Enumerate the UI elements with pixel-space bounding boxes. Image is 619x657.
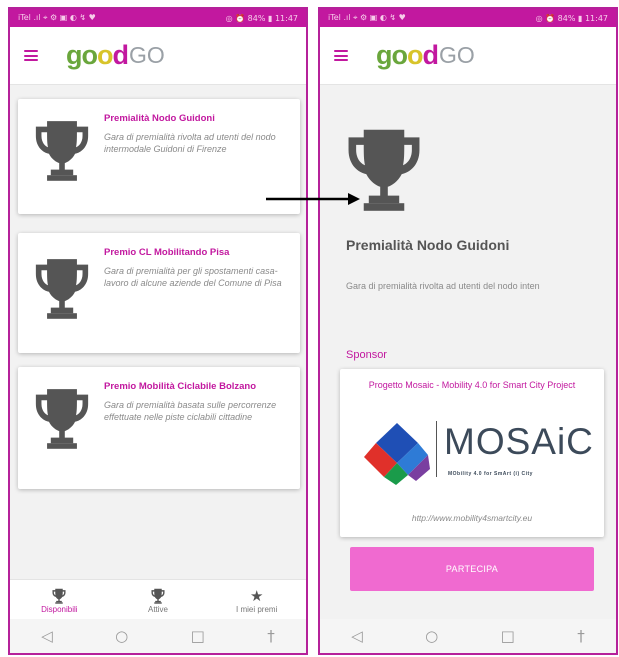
sponsor-heading: Sponsor [346, 349, 387, 361]
app-bar: g o o d GO [10, 27, 306, 85]
award-description: Gara di premialità rivolta ad utenti del… [104, 132, 276, 154]
trophy-icon [34, 119, 90, 181]
app-bar: g o o d GO [320, 27, 616, 85]
system-navigation-bar: ◁ ○ □ † [320, 619, 616, 653]
recents-icon[interactable]: □ [191, 627, 205, 645]
award-card[interactable]: Premio Mobilità Ciclabile Bolzano Gara d… [18, 367, 300, 489]
award-description: Gara di premialità basata sulle percorre… [104, 400, 277, 422]
menu-icon[interactable] [334, 50, 348, 61]
back-icon[interactable]: ◁ [351, 627, 363, 645]
system-navigation-bar: ◁ ○ □ † [10, 619, 306, 653]
award-detail-title: Premialità Nodo Guidoni [346, 237, 510, 253]
bottom-navigation: Disponibili Attive ★ I miei premi [10, 579, 306, 621]
recents-icon[interactable]: □ [501, 627, 515, 645]
phone-screen-list: iTel .ıl ⌖ ⚙ ▣ ◐ ↯ ♥ ◎ ⏰ 84% ▮ 11:47 goo… [8, 7, 308, 655]
nav-label: I miei premi [236, 605, 278, 614]
sponsor-card[interactable]: Progetto Mosaic - Mobility 4.0 for Smart… [340, 369, 604, 537]
accessibility-icon[interactable]: † [267, 627, 275, 645]
award-description: Gara di premialità per gli spostamenti c… [104, 266, 282, 288]
status-bar: iTel .ıl ⌖ ⚙ ▣ ◐ ↯ ♥ ◎ ⏰ 84% ▮ 11:47 [10, 9, 306, 27]
nav-label: Attive [148, 605, 169, 614]
trophy-icon [34, 257, 90, 319]
status-left: iTel .ıl ⌖ ⚙ ▣ ◐ ↯ ♥ [18, 13, 96, 22]
mosaic-logo-icon [364, 423, 430, 485]
status-right: ◎ ⏰ 84% ▮ 11:47 [225, 13, 298, 23]
award-title: Premio Mobilità Ciclabile Bolzano [104, 381, 257, 392]
status-left: iTel .ıl ⌖ ⚙ ▣ ◐ ↯ ♥ [328, 13, 406, 22]
trophy-icon [34, 387, 90, 449]
home-icon[interactable]: ○ [425, 627, 438, 645]
award-title: Premialità Nodo Guidoni [104, 113, 215, 124]
home-icon[interactable]: ○ [115, 627, 128, 645]
menu-icon[interactable] [24, 50, 38, 61]
goodgo-logo: g o o d GO [66, 40, 165, 70]
sponsor-title: Progetto Mosaic - Mobility 4.0 for Smart… [368, 380, 576, 390]
goodgo-logo: g o o d GO [376, 40, 475, 70]
sponsor-url-link[interactable]: http://www.mobility4smartcity.eu [340, 513, 604, 523]
award-detail-description: Gara di premialità rivolta ad utenti del… [346, 281, 540, 291]
accessibility-icon[interactable]: † [577, 627, 585, 645]
nav-label: Disponibili [41, 605, 78, 614]
trophy-icon [151, 587, 165, 605]
logo-divider [436, 421, 437, 477]
sponsor-logo-tagline: MObility 4.0 for SmArt (i) City [448, 471, 533, 477]
back-icon[interactable]: ◁ [41, 627, 53, 645]
award-title: Premio CL Mobilitando Pisa [104, 247, 230, 258]
nav-tab-attive[interactable]: Attive [109, 580, 208, 621]
award-card[interactable]: Premialità Nodo Guidoni Gara di premiali… [18, 99, 300, 214]
phone-screen-detail: iTel .ıl ⌖ ⚙ ▣ ◐ ↯ ♥ ◎ ⏰ 84% ▮ 11:47 goo… [318, 7, 618, 655]
partecipa-button[interactable]: PARTECIPA [350, 547, 594, 591]
nav-tab-i-miei-premi[interactable]: ★ I miei premi [207, 580, 306, 621]
star-icon: ★ [249, 588, 264, 605]
nav-tab-disponibili[interactable]: Disponibili [10, 580, 109, 621]
award-card[interactable]: Premio CL Mobilitando Pisa Gara di premi… [18, 233, 300, 353]
arrow-right-icon [266, 193, 360, 205]
status-right: ◎ ⏰ 84% ▮ 11:47 [535, 13, 608, 23]
trophy-icon [52, 587, 66, 605]
status-bar: iTel .ıl ⌖ ⚙ ▣ ◐ ↯ ♥ ◎ ⏰ 84% ▮ 11:47 [320, 9, 616, 27]
sponsor-logo-name: MOSAiC [444, 421, 594, 462]
